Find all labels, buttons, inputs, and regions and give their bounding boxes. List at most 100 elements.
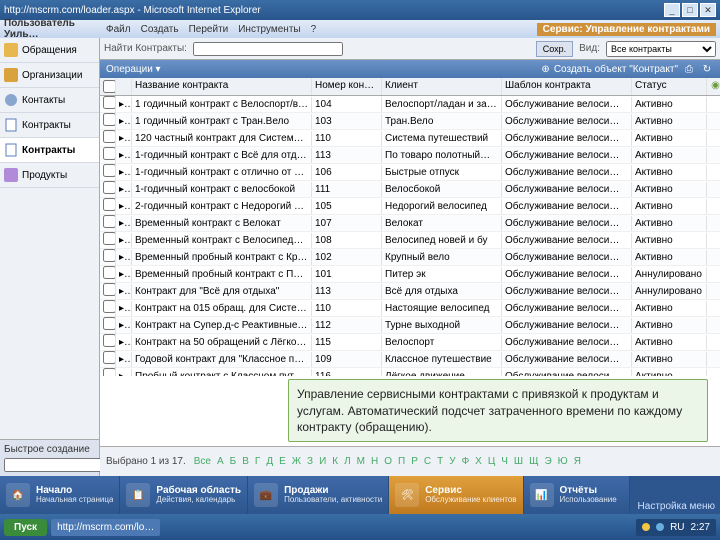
ol-reports[interactable]: 📊ОтчётыИспользование	[524, 476, 630, 514]
table-row[interactable]: ▸ 📄Временный контракт с Велокат107Велока…	[100, 215, 720, 232]
alpha-letter[interactable]: Б	[230, 456, 237, 467]
save-button[interactable]: Сохр.	[536, 41, 573, 57]
tray-icon[interactable]	[656, 523, 664, 531]
table-row[interactable]: ▸ 📄Контракт на 50 обращений с Лёгкое дви…	[100, 334, 720, 351]
col-extra-icon[interactable]: ◉	[707, 78, 720, 95]
sidebar-item-contracts-active[interactable]: Контракты	[0, 138, 99, 163]
table-row[interactable]: ▸ 📄Пробный контракт с Классном путешеств…	[100, 368, 720, 376]
alpha-letter[interactable]: О	[384, 456, 392, 467]
row-checkbox[interactable]	[103, 300, 116, 313]
alpha-letter[interactable]: П	[398, 456, 405, 467]
table-row[interactable]: ▸ 📄Контракт на Супер.д-с Реактивные вело…	[100, 317, 720, 334]
row-checkbox[interactable]	[103, 317, 116, 330]
menu-goto[interactable]: Перейти	[189, 24, 229, 35]
table-row[interactable]: ▸ 📄120 частный контракт для Система путе…	[100, 130, 720, 147]
row-checkbox[interactable]	[103, 96, 116, 109]
row-checkbox[interactable]	[103, 215, 116, 228]
alpha-letter[interactable]: Ц	[488, 456, 495, 467]
alpha-letter[interactable]: У	[449, 456, 455, 467]
alpha-letter[interactable]: Ф	[462, 456, 470, 467]
table-row[interactable]: ▸ 📄1 годичный контракт с Велоспорт/ведча…	[100, 96, 720, 113]
row-checkbox[interactable]	[103, 147, 116, 160]
row-checkbox[interactable]	[103, 266, 116, 279]
table-row[interactable]: ▸ 📄Временный контракт с Велосипедная вед…	[100, 232, 720, 249]
close-button[interactable]: ✕	[700, 3, 716, 17]
ol-workspace[interactable]: 📋Рабочая областьДействия, календарь	[120, 476, 248, 514]
row-checkbox[interactable]	[103, 232, 116, 245]
row-checkbox[interactable]	[103, 198, 116, 211]
ol-config[interactable]: Настройка меню	[630, 476, 720, 514]
ol-home[interactable]: 🏠НачалоНачальная страница	[0, 476, 120, 514]
table-row[interactable]: ▸ 📄Временный пробный контракт с Крупный …	[100, 249, 720, 266]
alpha-letter[interactable]: Т	[437, 456, 443, 467]
table-row[interactable]: ▸ 📄1 годичный контракт с Тран.Вело103Тра…	[100, 113, 720, 130]
alpha-letter[interactable]: Д	[266, 456, 273, 467]
ol-sales[interactable]: 💼ПродажиПользователи, активности	[248, 476, 389, 514]
table-row[interactable]: ▸ 📄1-годичный контракт с отлично от отпу…	[100, 164, 720, 181]
alpha-letter[interactable]: Ч	[501, 456, 508, 467]
alpha-letter[interactable]: М	[357, 456, 365, 467]
sidebar-item-orgs[interactable]: Организации	[0, 63, 99, 88]
alpha-letter[interactable]: Н	[371, 456, 378, 467]
row-checkbox[interactable]	[103, 351, 116, 364]
table-row[interactable]: ▸ 📄Годовой контракт для "Классное путеше…	[100, 351, 720, 368]
alpha-all[interactable]: Все	[194, 456, 211, 467]
alpha-letter[interactable]: В	[242, 456, 249, 467]
col-template[interactable]: Шаблон контракта	[502, 78, 632, 95]
row-checkbox[interactable]	[103, 130, 116, 143]
alpha-letter[interactable]: Е	[279, 456, 286, 467]
col-number[interactable]: Номер контракта	[312, 78, 382, 95]
sidebar-item-cases[interactable]: Обращения	[0, 38, 99, 63]
alpha-letter[interactable]: Щ	[529, 456, 538, 467]
alpha-letter[interactable]: Ю	[558, 456, 568, 467]
menu-tools[interactable]: Инструменты	[238, 24, 300, 35]
lang-indicator[interactable]: RU	[670, 522, 684, 533]
new-contract-button[interactable]: ⊕ Создать объект "Контракт"	[541, 64, 678, 75]
row-checkbox[interactable]	[103, 283, 116, 296]
alpha-letter[interactable]: С	[424, 456, 431, 467]
table-row[interactable]: ▸ 📄1-годичный контракт с велосбокой111Ве…	[100, 181, 720, 198]
view-select[interactable]: Все контракты	[606, 41, 716, 57]
table-row[interactable]: ▸ 📄1-годичный контракт с Всё для отдыха……	[100, 147, 720, 164]
maximize-button[interactable]: □	[682, 3, 698, 17]
select-all-checkbox[interactable]	[103, 80, 116, 93]
alpha-letter[interactable]: Ш	[514, 456, 523, 467]
row-checkbox[interactable]	[103, 334, 116, 347]
row-checkbox[interactable]	[103, 113, 116, 126]
table-row[interactable]: ▸ 📄2-годичный контракт с Недорогий велос…	[100, 198, 720, 215]
menu-help[interactable]: ?	[311, 24, 317, 35]
col-status[interactable]: Статус	[632, 78, 707, 95]
alpha-letter[interactable]: Ж	[292, 456, 301, 467]
refresh-icon[interactable]: ↻	[700, 62, 714, 76]
col-name[interactable]: Название контракта	[132, 78, 312, 95]
minimize-button[interactable]: _	[664, 3, 680, 17]
alpha-letter[interactable]: К	[332, 456, 338, 467]
table-row[interactable]: ▸ 📄Временный пробный контракт с Питер эк…	[100, 266, 720, 283]
table-row[interactable]: ▸ 📄Контракт для "Всё для отдыха"113Всё д…	[100, 283, 720, 300]
alpha-letter[interactable]: Р	[411, 456, 418, 467]
sidebar-item-products[interactable]: Продукты	[0, 163, 99, 188]
start-button[interactable]: Пуск	[4, 519, 47, 536]
ol-service[interactable]: 🛠СервисОбслуживание клиентов	[389, 476, 523, 514]
alpha-letter[interactable]: Я	[574, 456, 581, 467]
row-checkbox[interactable]	[103, 249, 116, 262]
print-icon[interactable]: ⎙	[682, 62, 696, 76]
alpha-letter[interactable]: Л	[344, 456, 351, 467]
alpha-letter[interactable]: И	[319, 456, 326, 467]
row-checkbox[interactable]	[103, 181, 116, 194]
row-checkbox[interactable]	[103, 368, 116, 376]
menu-file[interactable]: Файл	[106, 24, 131, 35]
alpha-letter[interactable]: З	[307, 456, 313, 467]
sidebar-item-contracts[interactable]: Контракты	[0, 113, 99, 138]
alpha-letter[interactable]: Х	[475, 456, 482, 467]
table-row[interactable]: ▸ 📄Контракт на 015 обращ. для Система пу…	[100, 300, 720, 317]
search-input[interactable]	[193, 42, 343, 56]
alpha-letter[interactable]: Г	[255, 456, 260, 467]
operations-menu[interactable]: Операции ▾	[106, 64, 161, 75]
alpha-letter[interactable]: Э	[544, 456, 551, 467]
col-checkbox[interactable]	[100, 78, 116, 95]
sidebar-item-contacts[interactable]: Контакты	[0, 88, 99, 113]
tray-icon[interactable]	[642, 523, 650, 531]
task-button[interactable]: http://mscrm.com/lo…	[51, 519, 160, 536]
row-checkbox[interactable]	[103, 164, 116, 177]
